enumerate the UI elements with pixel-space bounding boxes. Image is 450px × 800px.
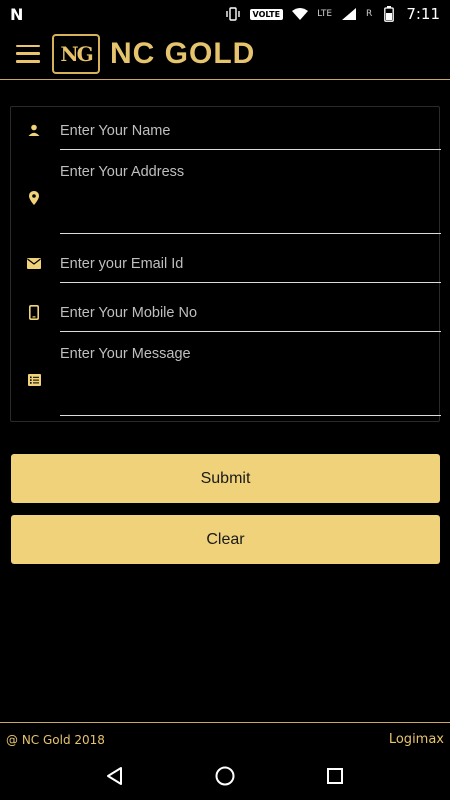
address-field[interactable]: Enter Your Address [11,151,441,235]
message-underline [60,415,441,416]
footer: @ NC Gold 2018 Logimax [0,722,450,756]
copyright-text: @ NC Gold 2018 [6,732,105,747]
carrier-logo: N [10,4,24,24]
menu-button[interactable] [16,44,40,63]
hamburger-line [16,60,40,63]
roaming-label: R [366,9,373,19]
email-input[interactable]: Enter your Email Id [60,256,441,272]
name-field[interactable]: Enter Your Name [11,107,441,151]
app-bar: NG NC GOLD [0,28,450,80]
email-icon [27,256,41,270]
message-field[interactable]: Enter Your Message [11,333,441,423]
mobile-phone-icon [27,304,41,320]
contact-form: Enter Your Name Enter Your Address Enter… [10,106,441,423]
mobile-input[interactable]: Enter Your Mobile No [60,305,441,321]
address-underline [60,233,441,234]
name-underline [60,149,441,150]
recents-icon [326,767,344,789]
message-input[interactable]: Enter Your Message [60,346,441,362]
message-list-icon [27,373,41,387]
back-button[interactable] [95,758,135,798]
clock: 7:11 [406,5,440,23]
home-icon [214,765,236,791]
hamburger-line [16,44,40,47]
developer-credit[interactable]: Logimax [389,732,444,747]
vibrate-icon [224,6,242,22]
volte-badge: VOLTE [249,8,284,20]
mobile-field[interactable]: Enter Your Mobile No [11,287,441,332]
home-button[interactable] [205,758,245,798]
signal-icon [340,6,358,22]
mobile-underline [60,331,441,332]
person-icon [27,123,41,137]
back-icon [105,766,125,790]
submit-button[interactable]: Submit [11,454,440,503]
lte-label: LTE [317,9,333,19]
email-underline [60,282,441,283]
wifi-icon [291,6,309,22]
battery-icon [380,6,398,22]
email-field[interactable]: Enter your Email Id [11,239,441,283]
clear-button[interactable]: Clear [11,515,440,564]
brand-title: NC GOLD [110,36,256,70]
name-input[interactable]: Enter Your Name [60,123,441,139]
status-bar: N VOLTE LTE R 7:11 [0,0,450,28]
address-input[interactable]: Enter Your Address [60,164,441,180]
brand-logo-mark: NG [52,33,100,74]
recents-button[interactable] [315,758,355,798]
location-pin-icon [27,191,41,205]
hamburger-line [16,52,40,55]
system-nav-bar [0,756,450,800]
